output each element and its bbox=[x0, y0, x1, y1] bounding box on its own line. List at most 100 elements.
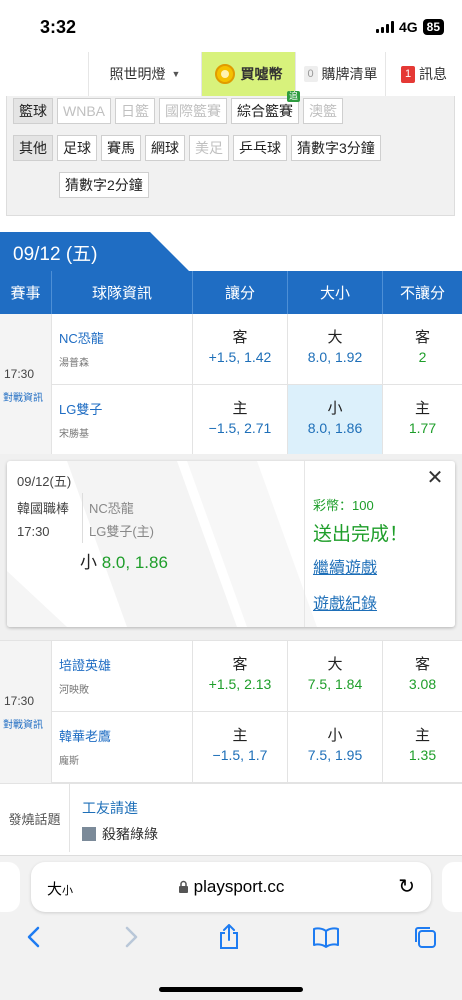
odds-value: −1.5, 2.71 bbox=[208, 420, 272, 436]
nav-light-label: 照世明燈 bbox=[109, 66, 166, 82]
continue-game-link[interactable]: 繼續遊戲 bbox=[313, 554, 377, 578]
game-time: 17:30 bbox=[4, 367, 35, 381]
category-item-mixed-basketball[interactable]: 綜合籃賽 追 bbox=[231, 91, 300, 124]
buy-coin-label: 買噓幣 bbox=[240, 66, 283, 82]
moneyline-odds-cell[interactable]: 客 2 bbox=[383, 314, 462, 384]
category-item-guess-2min[interactable]: 猜數字2分鐘 bbox=[59, 172, 149, 198]
total-odds-cell-selected[interactable]: 小 8.0, 1.86 bbox=[288, 385, 383, 457]
spread-odds-cell[interactable]: 客 +1.5, 2.13 bbox=[193, 641, 288, 711]
header-team: 球隊資訊 bbox=[52, 271, 193, 314]
spread-odds-cell[interactable]: 主 −1.5, 1.7 bbox=[193, 712, 288, 784]
tabs-icon[interactable] bbox=[410, 922, 440, 952]
header-event: 賽事 bbox=[0, 271, 52, 314]
share-icon[interactable] bbox=[214, 922, 244, 952]
previous-tab-preview[interactable] bbox=[0, 862, 20, 912]
category-item-aus-basketball[interactable]: 澳籃 bbox=[303, 98, 343, 124]
cart-button[interactable]: 0 購牌清單 bbox=[295, 52, 385, 96]
pick-value: 8.0, 1.86 bbox=[101, 553, 168, 572]
team-info: LG雙子 宋勝基 bbox=[52, 385, 193, 457]
category-item-american-football[interactable]: 美足 bbox=[189, 135, 229, 161]
home-indicator bbox=[159, 987, 303, 992]
odds-side: 主 bbox=[414, 400, 430, 417]
spread-odds-cell[interactable]: 客 +1.5, 1.42 bbox=[193, 314, 288, 384]
popup-date: 09/12(五) bbox=[17, 474, 72, 489]
category-filter: 籃球 WNBA 日籃 國際籃賽 綜合籃賽 追 澳籃 其他 足球 賽馬 網球 美足… bbox=[6, 91, 455, 216]
url-display: playsport.cc bbox=[31, 877, 431, 897]
category-item-wnba[interactable]: WNBA bbox=[57, 98, 111, 124]
moneyline-odds-cell[interactable]: 主 1.35 bbox=[383, 712, 462, 784]
address-bar[interactable]: 大小 playsport.cc ↻ bbox=[31, 862, 431, 912]
date-tab-label: 09/12 (五) bbox=[13, 244, 98, 265]
hot-topic-label: 發燒話題 bbox=[0, 784, 70, 852]
category-item-guess-3min[interactable]: 猜數字3分鐘 bbox=[291, 135, 381, 161]
popup-team-away: NC恐龍 bbox=[89, 501, 134, 516]
category-item-tennis[interactable]: 網球 bbox=[145, 135, 185, 161]
category-item-soccer[interactable]: 足球 bbox=[57, 135, 97, 161]
close-icon[interactable]: ✕ bbox=[418, 463, 452, 493]
header-spread: 讓分 bbox=[193, 271, 288, 314]
bookmarks-icon[interactable] bbox=[311, 922, 341, 952]
odds-side: 主 bbox=[232, 727, 248, 744]
team-info: 韓華老鷹 龐斯 bbox=[52, 712, 193, 784]
game-history-link[interactable]: 遊戲紀錄 bbox=[313, 590, 377, 614]
nav-light-dropdown[interactable]: 照世明燈 ▼ bbox=[88, 52, 201, 96]
author-name: 殺豬綠綠 bbox=[102, 826, 158, 842]
total-odds-cell[interactable]: 小 7.5, 1.95 bbox=[288, 712, 383, 784]
date-tab[interactable]: 09/12 (五) bbox=[0, 232, 190, 272]
popup-pick: 小 8.0, 1.86 bbox=[80, 548, 168, 573]
table-header: 賽事 球隊資訊 讓分 大小 不讓分 bbox=[0, 271, 462, 314]
popup-league: 韓國職棒 bbox=[17, 501, 70, 516]
game-row: 17:30 對戰資訊 培證英雄 河映敗 客 +1.5, 2.13 大 7.5, … bbox=[0, 640, 462, 784]
pitcher-name: 湯普森 bbox=[59, 358, 89, 369]
team-row-away: 培證英雄 河映敗 客 +1.5, 2.13 大 7.5, 1.84 客 3.08 bbox=[52, 641, 462, 712]
category-label-other: 其他 bbox=[13, 135, 53, 161]
category-row-other: 其他 足球 賽馬 網球 美足 乒乓球 猜數字3分鐘 bbox=[13, 135, 381, 161]
odds-side: 大 bbox=[327, 656, 343, 673]
spread-odds-cell[interactable]: 主 −1.5, 2.71 bbox=[193, 385, 288, 457]
signal-icon bbox=[375, 21, 394, 33]
lock-icon bbox=[178, 880, 188, 893]
team-name[interactable]: NC恐龍 bbox=[59, 328, 192, 347]
browser-toolbar bbox=[0, 922, 462, 952]
popup-team-home: LG雙子(主) bbox=[89, 524, 155, 539]
total-odds-cell[interactable]: 大 7.5, 1.84 bbox=[288, 641, 383, 711]
top-nav: 照世明燈 ▼ 買噓幣 0 購牌清單 1 訊息 bbox=[0, 52, 462, 96]
category-item-table-tennis[interactable]: 乒乓球 bbox=[233, 135, 287, 161]
new-badge: 追 bbox=[286, 91, 300, 102]
coin-icon bbox=[214, 64, 235, 84]
moneyline-odds-cell[interactable]: 主 1.77 bbox=[383, 385, 462, 457]
reload-icon[interactable]: ↻ bbox=[398, 874, 415, 899]
header-total: 大小 bbox=[288, 271, 383, 314]
odds-side: 客 bbox=[414, 656, 430, 673]
odds-value: +1.5, 1.42 bbox=[208, 349, 272, 365]
odds-value: 8.0, 1.86 bbox=[307, 420, 363, 436]
category-item-japan-basketball[interactable]: 日籃 bbox=[115, 98, 155, 124]
team-name[interactable]: 培證英雄 bbox=[59, 655, 192, 674]
team-name[interactable]: LG雙子 bbox=[59, 399, 192, 418]
buy-coin-button[interactable]: 買噓幣 bbox=[201, 52, 295, 96]
matchup-info-link[interactable]: 對戰資訊 bbox=[3, 389, 43, 404]
messages-button[interactable]: 1 訊息 bbox=[385, 52, 462, 96]
back-icon[interactable] bbox=[18, 922, 48, 952]
forward-icon[interactable] bbox=[117, 922, 147, 952]
pick-label: 小 bbox=[80, 553, 97, 572]
odds-side: 主 bbox=[232, 400, 248, 417]
category-item-horse-racing[interactable]: 賽馬 bbox=[101, 135, 141, 161]
network-type: 4G bbox=[398, 19, 418, 35]
moneyline-odds-cell[interactable]: 客 3.08 bbox=[383, 641, 462, 711]
cart-label: 購牌清單 bbox=[321, 66, 378, 82]
pitcher-name: 宋勝基 bbox=[59, 429, 89, 440]
game-time: 17:30 bbox=[4, 694, 35, 708]
submit-complete-text: 送出完成！ bbox=[313, 524, 409, 545]
total-odds-cell[interactable]: 大 8.0, 1.92 bbox=[288, 314, 383, 384]
odds-value: 8.0, 1.92 bbox=[307, 349, 363, 365]
hot-topic-title[interactable]: 工友請進 bbox=[82, 798, 138, 818]
hot-topic-author: 殺豬綠綠 bbox=[82, 824, 158, 844]
next-tab-preview[interactable] bbox=[442, 862, 462, 912]
url-text: playsport.cc bbox=[193, 877, 285, 896]
odds-side: 客 bbox=[232, 329, 248, 346]
team-info: 培證英雄 河映敗 bbox=[52, 641, 193, 711]
team-name[interactable]: 韓華老鷹 bbox=[59, 726, 192, 745]
matchup-info-link[interactable]: 對戰資訊 bbox=[3, 716, 43, 731]
category-item-intl-basketball[interactable]: 國際籃賽 bbox=[159, 98, 227, 124]
